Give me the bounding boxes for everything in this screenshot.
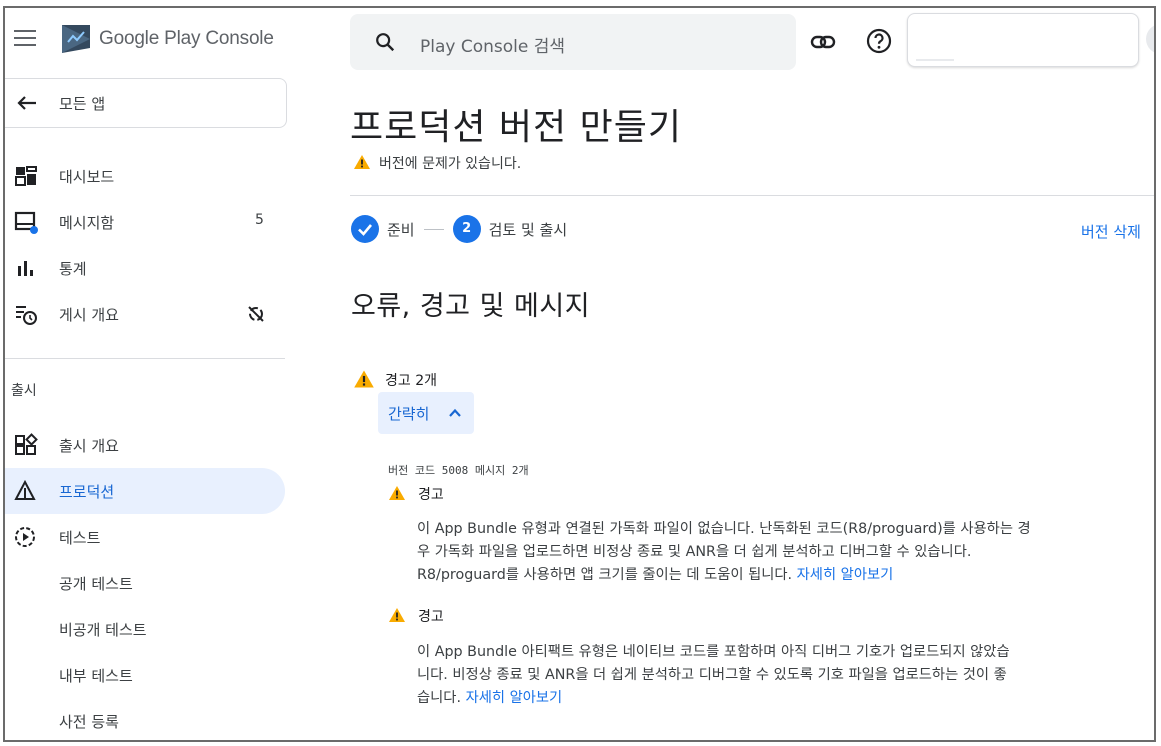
- warning-icon: [389, 608, 405, 622]
- header-divider: [350, 195, 1154, 196]
- step-review-label: 검토 및 출시: [488, 220, 568, 239]
- bar-chart-icon: [18, 261, 33, 276]
- sidebar-item-label: 테스트: [59, 529, 101, 547]
- brand-name: Google Play Console: [99, 28, 274, 49]
- release-stepper: 준비 2 검토 및 출시: [351, 215, 567, 245]
- message-body: 이 App Bundle 유형과 연결된 가독화 파일이 없습니다. 난독화된 …: [417, 518, 1137, 587]
- sidebar-item-statistics[interactable]: 통계: [5, 245, 285, 291]
- production-icon: [14, 479, 36, 500]
- collapse-button[interactable]: 간략히: [378, 392, 474, 434]
- sidebar-item-label: 내부 테스트: [59, 667, 133, 685]
- sidebar-item-label: 출시 개요: [59, 437, 119, 455]
- step-number: 2: [452, 215, 481, 243]
- publishing-overview-icon: [16, 306, 37, 325]
- sidebar-item-internal-testing[interactable]: 내부 테스트: [5, 652, 285, 698]
- sidebar-item-label: 공개 테스트: [59, 575, 133, 593]
- release-section-label: 출시: [11, 383, 37, 399]
- avatar[interactable]: [1146, 24, 1154, 54]
- sidebar-divider: [5, 358, 285, 359]
- chevron-up-icon: [449, 408, 461, 417]
- dashboard-icon: [15, 166, 37, 186]
- sidebar-item-label: 사전 등록: [59, 713, 119, 731]
- sidebar-item-release-overview[interactable]: 출시 개요: [5, 422, 285, 468]
- message-line: 니다. 비정상 종료 및 ANR을 더 쉽게 분석하고 디버그할 수 있도록 기…: [417, 667, 1007, 683]
- search-input[interactable]: Play Console 검색: [420, 32, 565, 57]
- learn-more-link[interactable]: 자세히 알아보기: [466, 690, 563, 706]
- step-prepare-label: 준비: [387, 220, 415, 239]
- search-bar[interactable]: Play Console 검색: [350, 14, 796, 70]
- message-heading: 경고: [388, 484, 444, 504]
- sidebar-item-inbox[interactable]: 메시지함 5: [5, 199, 285, 245]
- back-label: 모든 앱: [59, 95, 106, 113]
- help-icon[interactable]: [865, 27, 893, 55]
- sidebar-item-label: 게시 개요: [59, 306, 119, 324]
- warning-count-text: 경고 2개: [385, 373, 437, 389]
- sidebar-item-label: 메시지함: [59, 214, 115, 232]
- sidebar-item-testing[interactable]: 테스트: [5, 514, 285, 560]
- warning-icon: [354, 370, 374, 388]
- section-title: 오류, 경고 및 메시지: [351, 291, 591, 322]
- back-to-all-apps[interactable]: 모든 앱: [5, 78, 287, 128]
- sidebar-item-label: 프로덕션: [59, 483, 115, 501]
- app-window: Google Play Console Play Console 검색 모든 앱…: [3, 6, 1156, 742]
- arrow-back-icon: [17, 96, 36, 110]
- sidebar-item-label: 대시보드: [59, 168, 115, 186]
- message-line: 이 App Bundle 유형과 연결된 가독화 파일이 없습니다. 난독화된 …: [417, 521, 1031, 537]
- warning-icon: [354, 155, 370, 169]
- warning-icon: [389, 486, 405, 500]
- sidebar-item-open-testing[interactable]: 공개 테스트: [5, 560, 285, 606]
- account-selector[interactable]: [907, 13, 1139, 67]
- message-line: 습니다.: [417, 690, 462, 706]
- message-heading: 경고: [388, 606, 444, 626]
- message-heading-text: 경고: [418, 487, 444, 503]
- version-code-label: 버전 코드 5008 메시지 2개: [388, 464, 529, 477]
- link-icon[interactable]: [809, 28, 837, 56]
- version-warning: 버전에 문제가 있습니다.: [353, 153, 521, 173]
- sidebar-item-production[interactable]: 프로덕션: [5, 468, 285, 514]
- message-line: R8/proguard를 사용하면 앱 크기를 줄이는 데 도움이 됩니다.: [417, 567, 793, 583]
- search-icon: [376, 33, 395, 52]
- inbox-icon: [14, 211, 38, 234]
- collapse-label: 간략히: [388, 405, 430, 423]
- sidebar-item-label: 통계: [59, 260, 87, 278]
- version-warning-text: 버전에 문제가 있습니다.: [379, 156, 522, 172]
- menu-icon[interactable]: [14, 30, 36, 48]
- message-heading-text: 경고: [418, 609, 444, 625]
- delete-release-button[interactable]: 버전 삭제: [1081, 221, 1141, 242]
- step-done-icon: [351, 215, 379, 243]
- sidebar-item-pre-registration[interactable]: 사전 등록: [5, 698, 285, 740]
- learn-more-link[interactable]: 자세히 알아보기: [797, 567, 894, 583]
- step-separator: [423, 228, 444, 230]
- sidebar-item-label: 비공개 테스트: [59, 621, 147, 639]
- sidebar-item-dashboard[interactable]: 대시보드: [5, 153, 285, 199]
- message-line: 우 가독화 파일을 업로드하면 비정상 종료 및 ANR을 더 쉽게 분석하고 …: [417, 544, 972, 560]
- play-console-logo: [62, 25, 90, 53]
- warning-count: 경고 2개: [353, 369, 437, 390]
- release-overview-icon: [15, 433, 38, 455]
- testing-icon: [15, 527, 35, 547]
- inbox-count: 5: [255, 212, 264, 228]
- message-body: 이 App Bundle 아티팩트 유형은 네이티브 코드를 포함하며 아직 디…: [417, 641, 1137, 710]
- sidebar-item-publishing-overview[interactable]: 게시 개요: [5, 291, 285, 337]
- page-title: 프로덕션 버전 만들기: [350, 107, 682, 148]
- sync-off-icon: [248, 306, 264, 322]
- message-line: 이 App Bundle 아티팩트 유형은 네이티브 코드를 포함하며 아직 디…: [417, 644, 1010, 660]
- sidebar-item-closed-testing[interactable]: 비공개 테스트: [5, 606, 285, 652]
